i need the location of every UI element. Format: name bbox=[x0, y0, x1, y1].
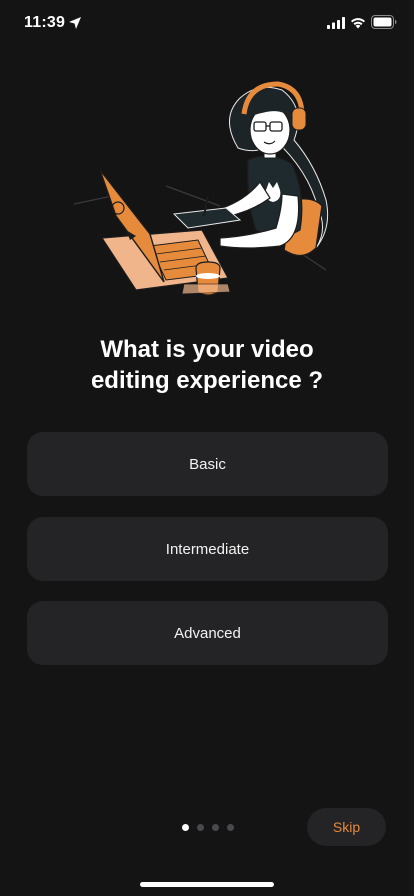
question-heading: What is your video editing experience ? bbox=[0, 334, 414, 396]
option-basic-button[interactable]: Basic bbox=[27, 432, 388, 496]
battery-icon bbox=[371, 15, 397, 29]
skip-label: Skip bbox=[332, 819, 361, 835]
option-intermediate-button[interactable]: Intermediate bbox=[27, 517, 388, 581]
wifi-icon bbox=[351, 18, 365, 29]
page-indicator bbox=[182, 824, 234, 832]
onboarding-screen: 11:39 What is your video editing experie… bbox=[0, 0, 414, 896]
editor-at-laptop-illustration bbox=[73, 81, 329, 296]
option-label: Advanced bbox=[174, 624, 241, 642]
question-line-1: What is your video bbox=[100, 336, 314, 363]
page-dot bbox=[212, 824, 219, 831]
option-label: Basic bbox=[189, 455, 226, 473]
skip-button[interactable]: Skip bbox=[307, 808, 386, 846]
page-dot bbox=[197, 824, 204, 831]
home-indicator[interactable] bbox=[140, 882, 274, 887]
status-time: 11:39 bbox=[24, 14, 66, 31]
option-label: Intermediate bbox=[165, 540, 250, 558]
location-arrow-icon bbox=[69, 17, 81, 29]
cellular-signal-icon bbox=[327, 17, 345, 29]
question-line-2: editing experience ? bbox=[90, 367, 324, 394]
option-advanced-button[interactable]: Advanced bbox=[27, 601, 388, 665]
page-dot-active bbox=[182, 824, 189, 831]
status-bar: 11:39 bbox=[0, 0, 414, 48]
page-dot bbox=[227, 824, 234, 831]
